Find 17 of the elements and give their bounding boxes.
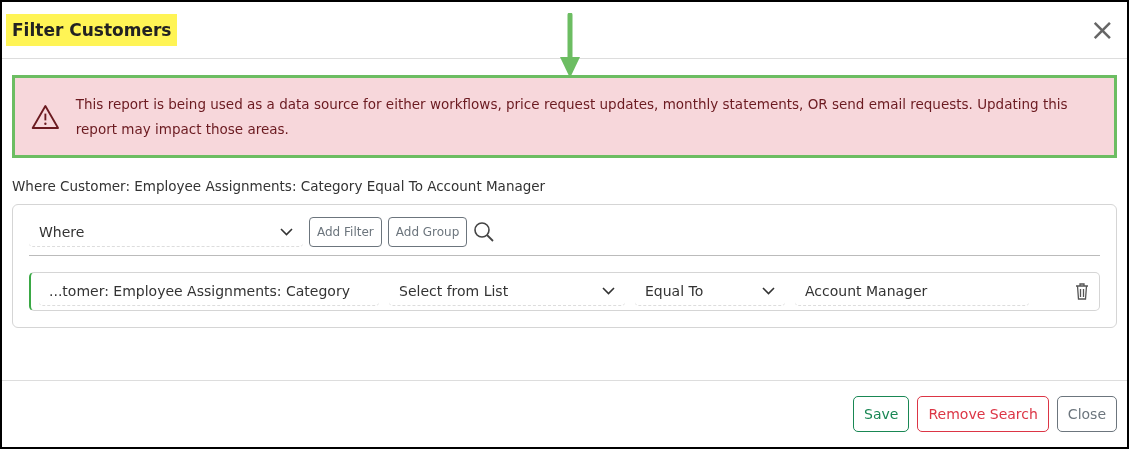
toolbar-button[interactable]: Add Filter [309, 217, 382, 247]
danger-button[interactable]: Remove Search [917, 396, 1049, 432]
secondary-button[interactable]: Close [1056, 396, 1117, 432]
chevron-down-icon [280, 227, 293, 236]
select-value: Select from List [399, 283, 509, 299]
save-button[interactable]: Save [853, 396, 910, 432]
warning-message: This report is being used as a data source for either workflows, price request updates, monthly statements, OR send email requests. Updating this report may impact those areas. [75, 94, 1069, 139]
dialog-title: Filter Customers [6, 14, 178, 46]
trash-icon[interactable] [1075, 283, 1089, 300]
search-icon[interactable] [473, 221, 496, 243]
select-value: Equal To [645, 283, 704, 299]
select-value: Where [39, 223, 85, 240]
close-button[interactable]: × [1085, 15, 1119, 45]
filter-summary: Where Customer: Employee Assignments: Category Equal To Account Manager [12, 178, 547, 194]
toolbar-button[interactable]: Add Group [387, 217, 468, 247]
chevron-down-icon [762, 287, 775, 295]
chevron-down-icon [602, 287, 615, 295]
